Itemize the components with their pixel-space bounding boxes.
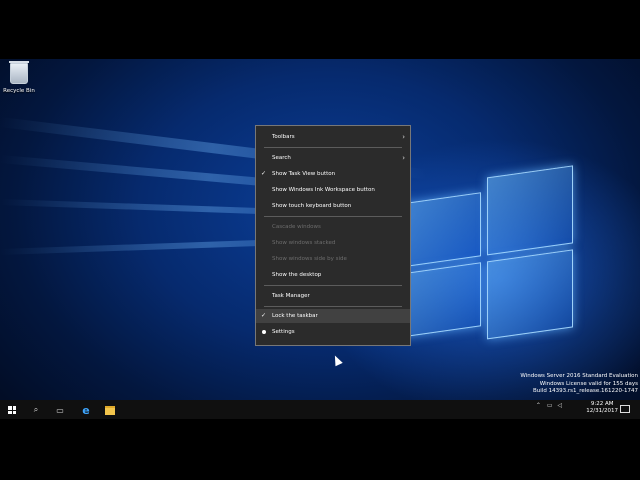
menu-item-task-manager[interactable]: Task Manager <box>256 289 410 303</box>
menu-separator <box>264 216 402 217</box>
start-icon <box>8 406 16 414</box>
menu-separator <box>264 306 402 307</box>
evaluation-watermark: Windows Server 2016 Standard Evaluation … <box>520 373 638 396</box>
recycle-bin-shortcut[interactable]: Recycle Bin <box>3 61 35 94</box>
menu-item-lock-the-taskbar[interactable]: ✓ Lock the taskbar <box>256 309 410 323</box>
menu-item-show-windows-stacked: Show windows stacked <box>256 236 410 250</box>
checkmark-icon: ✓ <box>261 170 267 177</box>
menu-item-settings[interactable]: Settings <box>256 325 410 339</box>
action-center-icon[interactable] <box>620 405 630 413</box>
start-button[interactable] <box>0 402 24 418</box>
menu-item-show-windows-side-by-side: Show windows side by side <box>256 252 410 266</box>
menu-item-label: Task Manager <box>272 293 310 299</box>
logo-pane <box>487 165 573 256</box>
menu-separator <box>264 147 402 148</box>
windows-logo-wallpaper <box>395 136 585 353</box>
gear-icon <box>262 330 266 334</box>
menu-item-label: Settings <box>272 329 295 335</box>
menu-item-label: Search <box>272 155 291 161</box>
menu-item-label: Show Task View button <box>272 171 336 177</box>
menu-item-show-ink-workspace-button[interactable]: Show Windows Ink Workspace button <box>256 183 410 197</box>
network-icon[interactable]: ▭ <box>547 402 553 409</box>
chevron-right-icon: › <box>402 133 405 141</box>
menu-separator <box>264 285 402 286</box>
watermark-line: Windows License valid for 155 days <box>539 380 638 387</box>
task-view-icon: ▭ <box>56 405 64 415</box>
menu-item-label: Show the desktop <box>272 272 322 278</box>
internet-explorer-button[interactable]: e <box>74 402 98 418</box>
search-icon: ⌕ <box>33 405 39 414</box>
file-explorer-button[interactable] <box>98 402 122 418</box>
menu-item-show-the-desktop[interactable]: Show the desktop <box>256 268 410 282</box>
menu-item-toolbars[interactable]: Toolbars › <box>256 130 410 144</box>
menu-item-label: Cascade windows <box>272 224 321 230</box>
chevron-right-icon: › <box>402 154 405 162</box>
clock[interactable]: 9:22 AM 12/31/2017 <box>586 401 618 415</box>
watermark-line: Windows Server 2016 Standard Evaluation <box>520 373 638 379</box>
task-view-button[interactable]: ▭ <box>48 402 72 418</box>
menu-item-label: Show Windows Ink Workspace button <box>272 187 375 193</box>
taskbar-context-menu: Toolbars › Search › ✓ Show Task View but… <box>255 125 411 346</box>
menu-item-show-touch-keyboard-button[interactable]: Show touch keyboard button <box>256 199 410 213</box>
menu-item-cascade-windows: Cascade windows <box>256 220 410 234</box>
taskbar[interactable]: ⌕ ▭ e ⌃ ▭ ◁ 9:22 AM 12/31/2017 <box>0 400 640 419</box>
clock-date: 12/31/2017 <box>586 408 618 414</box>
logo-pane <box>487 249 573 340</box>
checkmark-icon: ✓ <box>261 312 267 319</box>
menu-item-search[interactable]: Search › <box>256 151 410 165</box>
menu-item-label: Lock the taskbar <box>272 313 318 319</box>
watermark-line: Build 14393.rs1_release.161220-1747 <box>533 388 638 394</box>
recycle-bin-icon <box>9 61 29 84</box>
search-button[interactable]: ⌕ <box>24 402 48 418</box>
chevron-up-icon[interactable]: ⌃ <box>536 402 541 409</box>
file-explorer-icon <box>105 405 115 415</box>
menu-item-label: Toolbars <box>272 134 295 140</box>
volume-icon[interactable]: ◁ <box>557 402 562 409</box>
internet-explorer-icon: e <box>82 403 90 417</box>
menu-item-label: Show touch keyboard button <box>272 203 352 209</box>
clock-time: 9:22 AM <box>590 401 614 407</box>
menu-item-show-task-view-button[interactable]: ✓ Show Task View button <box>256 167 410 181</box>
menu-item-label: Show windows side by side <box>272 256 347 262</box>
menu-item-label: Show windows stacked <box>272 240 336 246</box>
recycle-bin-label: Recycle Bin <box>3 88 35 94</box>
